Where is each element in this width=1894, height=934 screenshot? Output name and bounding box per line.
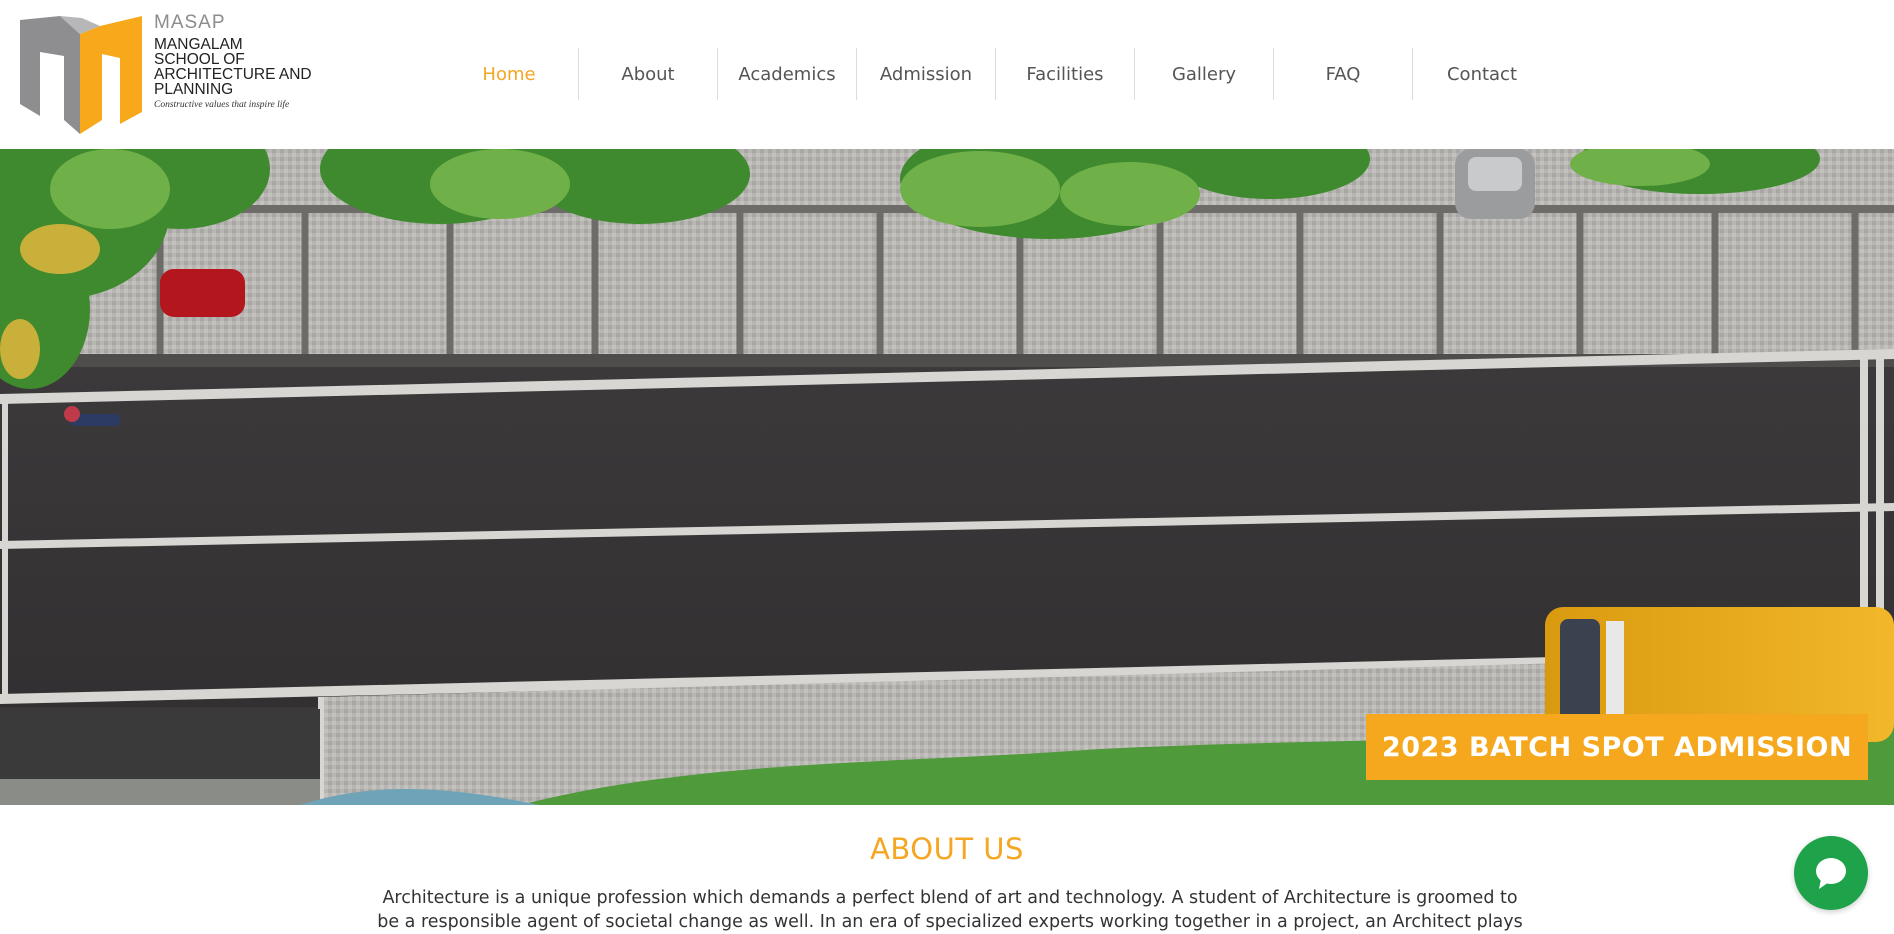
nav-home[interactable]: Home bbox=[440, 48, 578, 100]
logo-abbreviation: MASAP bbox=[154, 12, 226, 33]
masap-logo-icon bbox=[20, 16, 142, 134]
nav-academics[interactable]: Academics bbox=[717, 48, 856, 100]
nav-admission[interactable]: Admission bbox=[856, 48, 995, 100]
site-logo[interactable]: MASAP MANGALAM SCHOOL OF ARCHITECTURE AN… bbox=[20, 12, 320, 137]
spot-admission-button[interactable]: 2023 BATCH SPOT ADMISSION bbox=[1366, 714, 1868, 780]
logo-tagline: Constructive values that inspire life bbox=[154, 100, 290, 110]
about-heading: ABOUT US bbox=[870, 832, 1024, 866]
site-header: MASAP MANGALAM SCHOOL OF ARCHITECTURE AN… bbox=[0, 0, 1894, 149]
nav-about[interactable]: About bbox=[578, 48, 717, 100]
nav-contact[interactable]: Contact bbox=[1412, 48, 1551, 100]
nav-faq[interactable]: FAQ bbox=[1273, 48, 1412, 100]
nav-gallery[interactable]: Gallery bbox=[1134, 48, 1273, 100]
nav-facilities[interactable]: Facilities bbox=[995, 48, 1134, 100]
chat-widget-button[interactable] bbox=[1794, 836, 1868, 910]
hero-banner bbox=[0, 149, 1894, 805]
hero-aerial-image bbox=[0, 149, 1894, 805]
logo-school-name: MANGALAM SCHOOL OF ARCHITECTURE AND PLAN… bbox=[154, 36, 312, 98]
chat-bubble-icon bbox=[1816, 858, 1846, 889]
about-paragraph: Architecture is a unique profession whic… bbox=[377, 888, 1523, 932]
main-nav: Home About Academics Admission Facilitie… bbox=[440, 48, 1551, 100]
